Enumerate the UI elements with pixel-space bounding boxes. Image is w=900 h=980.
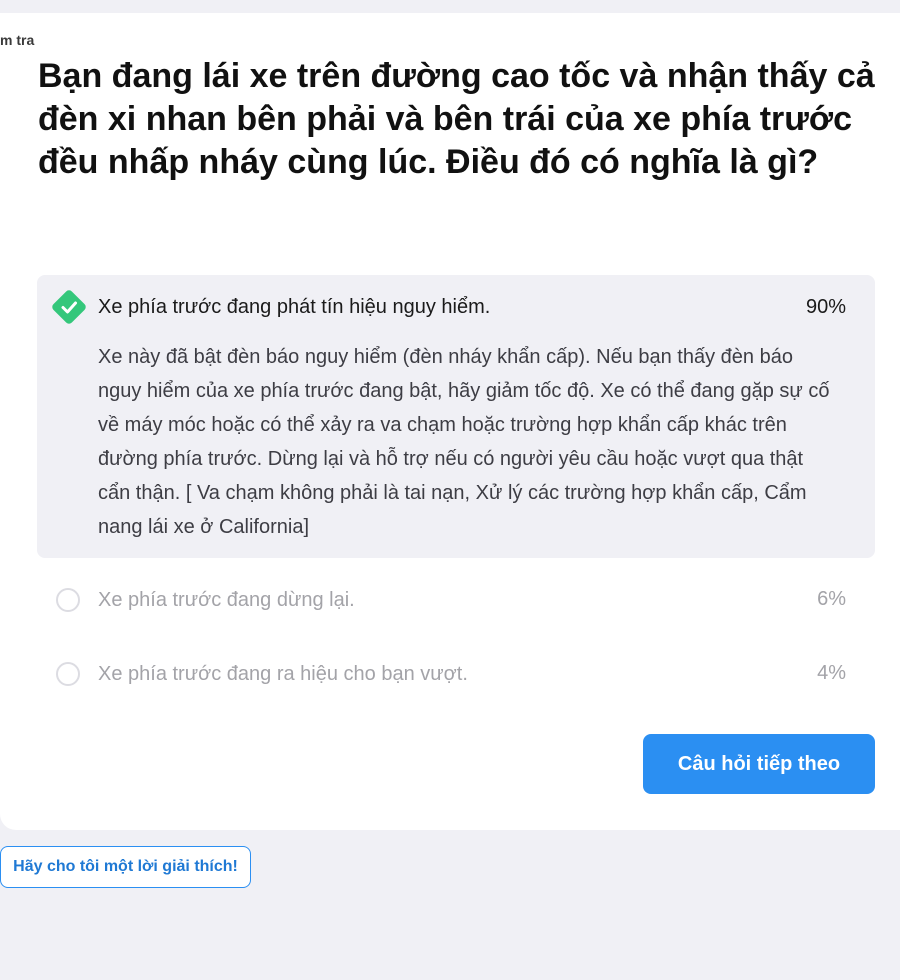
answer-option-label[interactable]: Xe phía trước đang dừng lại. [98, 589, 355, 612]
breadcrumb[interactable]: m tra [0, 32, 34, 48]
question-text: Bạn đang lái xe trên đường cao tốc và nh… [38, 57, 875, 181]
answer-option-label[interactable]: Xe phía trước đang ra hiệu cho bạn vượt. [98, 663, 468, 686]
answer-option-percent: 4% [817, 662, 846, 684]
answer-option-percent: 6% [817, 588, 846, 610]
radio-icon[interactable] [56, 662, 80, 686]
answer-explanation: Xe này đã bật đèn báo nguy hiểm (đèn nhá… [98, 346, 830, 538]
next-question-button[interactable]: Câu hỏi tiếp theo [643, 734, 875, 794]
answer-option-percent: 90% [805, 296, 846, 318]
answer-option-label: Xe phía trước đang phát tín hiệu nguy hi… [98, 296, 491, 318]
radio-icon[interactable] [56, 588, 80, 612]
explain-button[interactable]: Hãy cho tôi một lời giải thích! [0, 846, 251, 888]
check-icon [61, 301, 77, 314]
